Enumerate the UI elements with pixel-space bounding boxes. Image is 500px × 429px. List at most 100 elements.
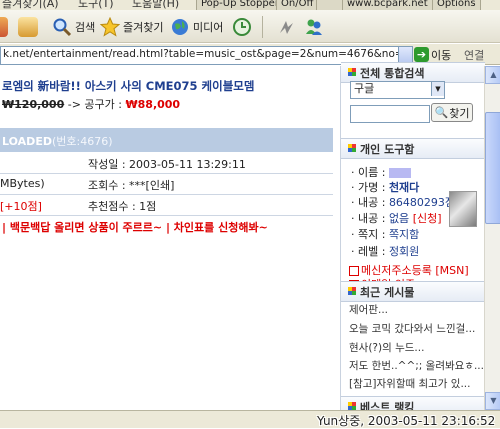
messenger-button[interactable] [276,15,296,39]
recent-post-item[interactable]: 제어판... [349,302,388,317]
msn-buddy-button[interactable] [304,15,324,39]
section-bullet-icon [348,287,356,295]
section-bullet-icon [348,402,356,410]
recent-post-item[interactable]: 현사(?)의 누드... [349,340,424,355]
history-icon [233,18,251,36]
stop-icon [0,17,8,37]
points-badge: [+10점] [0,200,42,213]
menu-bar: 즐겨찾기(A) 도구(T) 도움말(H) Pop-Up Stopper On/O… [0,0,500,10]
section-bullet-icon [348,144,356,152]
upload-label: LOADED [2,135,52,148]
recent-post-item[interactable]: [참고]자위할때 최고가 있... [349,376,470,391]
sidebar: 전체 통합검색 구글 ▼ 🔍 찾기 개인 도구함 · 이름 : · 가명 : 천… [340,62,485,417]
search-button[interactable]: 검색 [52,15,95,39]
apply-link[interactable]: [신청] [413,212,442,225]
recent-post-item[interactable]: 오늘 코믹 갔다와서 느낀걸... [349,321,475,336]
alias-label: · 가명 : [351,181,386,194]
promo-links[interactable]: | 백문백답 올리면 상품이 주르르~ | 차인표를 신청해봐~ [2,219,268,235]
recent-post-item[interactable]: 저도 한번..^^;; 올려봐요ㅎ... [349,358,484,373]
messenger-icon [280,21,293,34]
search-section-title: 전체 통합검색 [360,67,425,80]
user-points-row: · 내공 : 86480293점 [351,194,455,210]
status-value: 없음 [388,212,410,225]
view-count[interactable]: 조회수 : ***[인쇄] [88,177,174,193]
alias-value: 천재다 [388,181,420,194]
level-value: 정회원 [388,245,420,258]
msn-buddy-icon [306,19,322,35]
views-row: MBytes) 조회수 : ***[인쇄] [0,173,333,195]
post-date: 작성일 : 2003-05-11 13:29:11 [88,158,246,171]
product-price: ₩120,000 -> 공구가 : ₩88,000 [2,96,180,112]
home-button[interactable] [18,15,38,39]
original-price: ₩120,000 [2,98,65,111]
chevron-down-icon: ▼ [431,82,444,96]
recent-posts-title: 최근 게시물 [360,286,415,299]
level-label: · 레벨 : [351,245,386,258]
go-button[interactable]: ➔ 이동 [414,46,451,63]
media-globe-icon [172,19,188,35]
user-status-row: · 내공 : 없음 [신청] [351,210,442,226]
vertical-scrollbar[interactable]: ▲ ▼ [484,66,500,410]
upload-bar: LOADED(번호:4676) [0,128,333,152]
note-label: · 쪽지 : [351,228,386,241]
popup-stopper-button[interactable]: Pop-Up Stopper [196,0,284,10]
tools-section-header: 개인 도구함 [341,138,485,159]
user-name-row: · 이름 : [351,164,411,180]
menu-favorites[interactable]: 즐겨찾기(A) [2,0,59,10]
favorites-button[interactable]: 즐겨찾기 [100,15,163,39]
scroll-up-icon[interactable]: ▲ [485,66,500,84]
avatar[interactable] [449,191,477,227]
history-button[interactable] [232,15,252,39]
recent-posts-header: 최근 게시물 [341,281,485,302]
search-section-header: 전체 통합검색 [341,62,485,83]
popup-onoff-button[interactable]: On/Off [276,0,319,10]
note-link[interactable]: 쪽지함 [389,228,419,241]
menu-tools[interactable]: 도구(T) [78,0,114,10]
search-icon [53,18,72,37]
media-button[interactable]: 미디어 [170,15,223,39]
price-arrow: -> 공구가 : [67,98,122,111]
search-input[interactable] [350,105,430,123]
file-size: MBytes) [0,177,45,190]
links-button[interactable]: 연결 [464,47,484,63]
media-label: 미디어 [193,21,224,34]
link-icon [349,266,359,276]
user-alias-row: · 가명 : 천재다 [351,179,419,195]
find-button[interactable]: 🔍 찾기 [431,103,473,122]
post-number: (번호:4676) [51,135,113,148]
sale-price: ₩88,000 [125,98,181,111]
article-panel: 로엠의 新바람!! 아스키 사의 CME075 케이블모뎀 ₩120,000 -… [0,66,340,410]
scroll-down-icon[interactable]: ▼ [485,392,500,410]
tools-section-title: 개인 도구함 [360,143,415,156]
find-label: 찾기 [449,106,470,120]
score-row: [+10점] 추천점수 : 1점 [0,194,333,216]
recommend-score: 추천점수 : 1점 [88,200,157,213]
scroll-thumb[interactable] [485,112,500,224]
toolbar-separator [262,15,263,39]
go-arrow-icon: ➔ [414,47,429,62]
date-row: 작성일 : 2003-05-11 13:29:11 [0,152,333,174]
name-label: · 이름 : [351,166,386,179]
section-bullet-icon [348,68,356,76]
status-label: · 내공 : [351,212,386,225]
site-button[interactable]: www.bcpark.net [342,0,433,10]
timestamp-overlay: Yun상중, 2003-05-11 23:16:52 [317,414,496,428]
go-label: 이동 [431,48,452,62]
points-label: · 내공 : [351,196,386,209]
search-engine-select[interactable]: 구글 ▼ [350,81,445,99]
status-bar: Yun상중, 2003-05-11 23:16:52 [0,410,500,428]
points-value: 86480293점 [388,196,456,209]
menu-help[interactable]: 도움말(H) [132,0,179,10]
magnifier-icon: 🔍 [434,106,449,119]
home-icon [18,17,38,37]
search-label: 검색 [75,21,96,34]
stop-button[interactable] [0,15,8,39]
favorites-label: 즐겨찾기 [123,21,164,34]
name-redacted [388,168,411,178]
search-engine-value: 구글 [354,82,375,95]
favorites-star-icon [100,17,120,37]
user-note-row: · 쪽지 : 쪽지함 [351,226,419,242]
user-level-row: · 레벨 : 정회원 [351,243,419,259]
product-title[interactable]: 로엠의 新바람!! 아스키 사의 CME075 케이블모뎀 [2,78,254,94]
options-button[interactable]: Options [432,0,481,10]
